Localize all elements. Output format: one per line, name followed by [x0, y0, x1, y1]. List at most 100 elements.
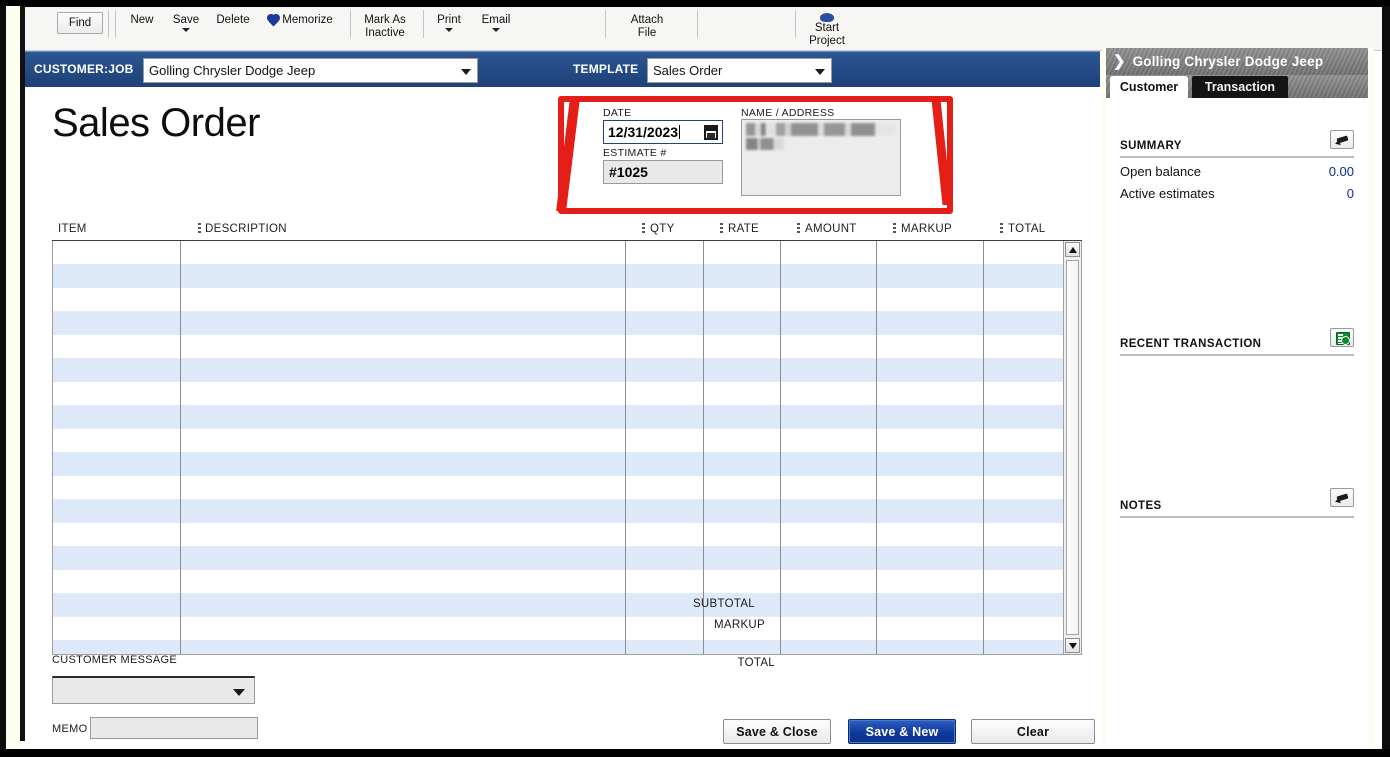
column-resize-handle[interactable]	[642, 223, 645, 235]
scroll-up-button[interactable]	[1065, 242, 1080, 257]
window-border-bottom	[0, 749, 1390, 757]
project-icon	[820, 13, 834, 22]
email-button-label: Email	[481, 14, 511, 26]
name-address-textarea[interactable]	[741, 119, 902, 196]
attach-file-label-1: Attach	[630, 14, 664, 26]
column-header-total[interactable]: TOTAL	[1008, 223, 1046, 235]
customer-side-panel: ❯ Golling Chrysler Dodge Jeep Customer T…	[1102, 48, 1374, 750]
mark-as-inactive-label-2: Inactive	[365, 26, 405, 39]
template-value: Sales Order	[653, 63, 723, 78]
grid-row[interactable]	[53, 288, 1063, 312]
window-border-right	[1382, 0, 1390, 757]
sales-order-form: Sales Order DATE 12/31/2023 ESTIMATE # #…	[25, 87, 1100, 750]
chevron-down-icon[interactable]	[233, 689, 245, 696]
chevron-down-icon[interactable]	[461, 68, 471, 75]
grid-row[interactable]	[53, 499, 1063, 523]
active-estimates-value[interactable]: 0	[1347, 186, 1354, 201]
customer-message-select[interactable]	[52, 676, 255, 704]
chevron-down-icon[interactable]	[492, 27, 500, 32]
column-header-description[interactable]: DESCRIPTION	[205, 223, 287, 235]
chevron-down-icon[interactable]	[182, 27, 190, 32]
column-header-qty[interactable]: QTY	[650, 223, 675, 235]
grid-row[interactable]	[53, 311, 1063, 335]
grid-row[interactable]	[53, 570, 1063, 594]
column-resize-handle[interactable]	[1000, 223, 1003, 235]
grid-vertical-scrollbar[interactable]	[1063, 241, 1081, 654]
grid-row[interactable]	[53, 358, 1063, 382]
save-and-new-button[interactable]: Save & New	[848, 719, 956, 744]
side-panel-header: ❯ Golling Chrysler Dodge Jeep	[1106, 48, 1368, 75]
save-button[interactable]: Save	[165, 14, 207, 32]
delete-button[interactable]: Delete	[209, 14, 257, 27]
open-balance-label: Open balance	[1120, 164, 1201, 179]
mark-as-inactive-button[interactable]: Mark As Inactive	[355, 14, 415, 39]
estimate-number-input[interactable]: #1025	[603, 160, 723, 184]
grid-row[interactable]	[53, 476, 1063, 500]
clear-button[interactable]: Clear	[971, 719, 1095, 744]
summary-row-open-balance: Open balance 0.00	[1120, 164, 1354, 179]
grid-row[interactable]	[53, 593, 1063, 617]
toolbar-divider	[697, 10, 698, 38]
column-header-rate[interactable]: RATE	[728, 223, 759, 235]
chevron-right-icon[interactable]: ❯	[1113, 54, 1126, 69]
scrollbar-thumb[interactable]	[1066, 260, 1079, 635]
summary-heading: SUMMARY	[1120, 140, 1182, 152]
find-button[interactable]: Find	[57, 12, 103, 34]
start-project-button[interactable]: Start Project	[797, 13, 857, 47]
memorize-button[interactable]: Memorize	[259, 14, 341, 27]
grid-row[interactable]	[53, 241, 1063, 265]
date-input[interactable]: 12/31/2023	[603, 120, 723, 144]
grid-row[interactable]	[53, 452, 1063, 476]
column-resize-handle[interactable]	[720, 223, 723, 235]
save-and-close-button[interactable]: Save & Close	[723, 719, 831, 744]
open-balance-value[interactable]: 0.00	[1329, 164, 1354, 179]
grid-row[interactable]	[53, 335, 1063, 359]
column-header-markup[interactable]: MARKUP	[901, 223, 952, 235]
save-button-label: Save	[172, 14, 200, 26]
chevron-down-icon[interactable]	[815, 68, 825, 75]
clear-label: Clear	[1016, 724, 1050, 739]
grid-row[interactable]	[53, 617, 1063, 641]
print-button[interactable]: Print	[427, 14, 471, 32]
chevron-down-icon[interactable]	[445, 27, 453, 32]
grid-row[interactable]	[53, 429, 1063, 453]
memorize-label: Memorize	[282, 14, 333, 26]
memo-input[interactable]	[90, 717, 258, 739]
edit-summary-button[interactable]	[1330, 130, 1354, 149]
grid-row-container[interactable]	[53, 241, 1063, 654]
calendar-icon[interactable]	[704, 125, 718, 140]
grid-row[interactable]	[53, 640, 1063, 654]
attach-file-label-2: File	[637, 26, 657, 39]
tab-customer[interactable]: Customer	[1110, 76, 1188, 98]
column-resize-handle[interactable]	[797, 223, 800, 235]
window-left-strip	[6, 6, 20, 751]
grid-body[interactable]	[52, 241, 1082, 655]
grid-column-divider	[180, 241, 181, 654]
attach-file-button[interactable]: Attach File	[617, 14, 677, 39]
memo-label: MEMO	[52, 723, 88, 735]
toolbar-divider	[605, 10, 606, 38]
customer-job-select[interactable]: Golling Chrysler Dodge Jeep	[143, 58, 478, 83]
column-resize-handle[interactable]	[893, 223, 896, 235]
template-select[interactable]: Sales Order	[647, 58, 832, 83]
grid-row[interactable]	[53, 405, 1063, 429]
toolbar-divider	[795, 10, 796, 38]
grid-row[interactable]	[53, 546, 1063, 570]
total-label: TOTAL	[737, 657, 775, 669]
edit-notes-button[interactable]	[1330, 488, 1354, 507]
email-button[interactable]: Email	[473, 14, 519, 32]
scroll-down-button[interactable]	[1065, 638, 1080, 653]
recent-transaction-report-button[interactable]	[1330, 328, 1354, 347]
grid-row[interactable]	[53, 264, 1063, 288]
date-value: 12/31/2023	[608, 124, 679, 140]
redacted-address-line-2	[746, 138, 784, 150]
grid-row[interactable]	[53, 523, 1063, 547]
grid-row[interactable]	[53, 382, 1063, 406]
toolbar-divider	[350, 10, 351, 38]
tab-transaction[interactable]: Transaction	[1192, 76, 1288, 98]
column-header-item[interactable]: ITEM	[58, 223, 87, 235]
column-header-amount[interactable]: AMOUNT	[805, 223, 857, 235]
column-resize-handle[interactable]	[198, 223, 201, 235]
new-button[interactable]: New	[121, 14, 163, 27]
toolbar-divider	[115, 10, 116, 38]
